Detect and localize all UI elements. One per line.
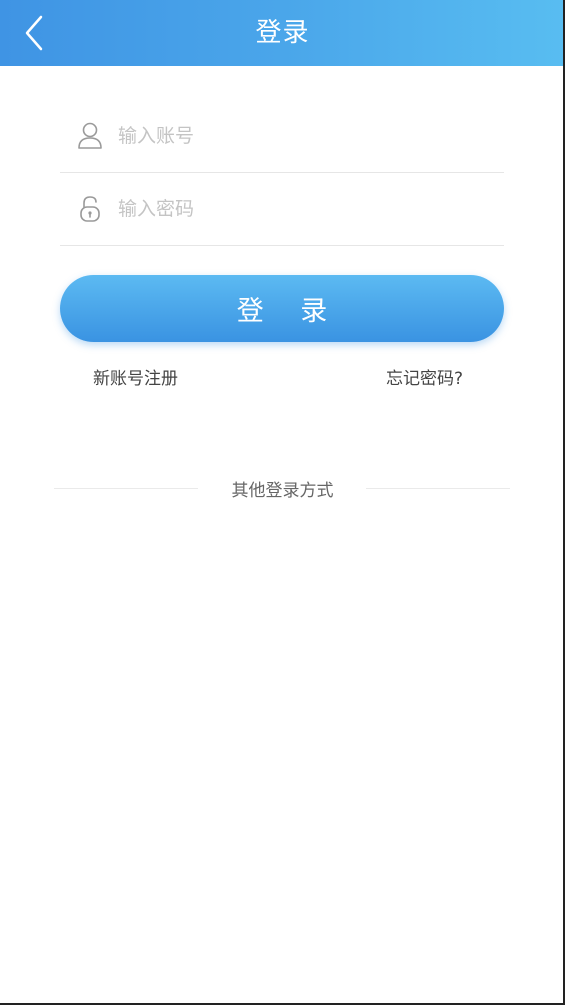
forgot-password-link[interactable]: 忘记密码? bbox=[386, 364, 463, 389]
password-input[interactable] bbox=[116, 197, 480, 221]
user-icon bbox=[74, 120, 106, 152]
divider-right bbox=[366, 488, 510, 489]
unlock-icon bbox=[74, 193, 106, 225]
account-input[interactable] bbox=[116, 124, 480, 148]
header-bar: 登录 bbox=[0, 0, 565, 66]
register-link[interactable]: 新账号注册 bbox=[93, 364, 178, 389]
login-button[interactable]: 登 录 bbox=[60, 275, 504, 342]
password-field[interactable] bbox=[60, 173, 504, 246]
account-field[interactable] bbox=[60, 100, 504, 173]
page-title: 登录 bbox=[255, 18, 310, 48]
